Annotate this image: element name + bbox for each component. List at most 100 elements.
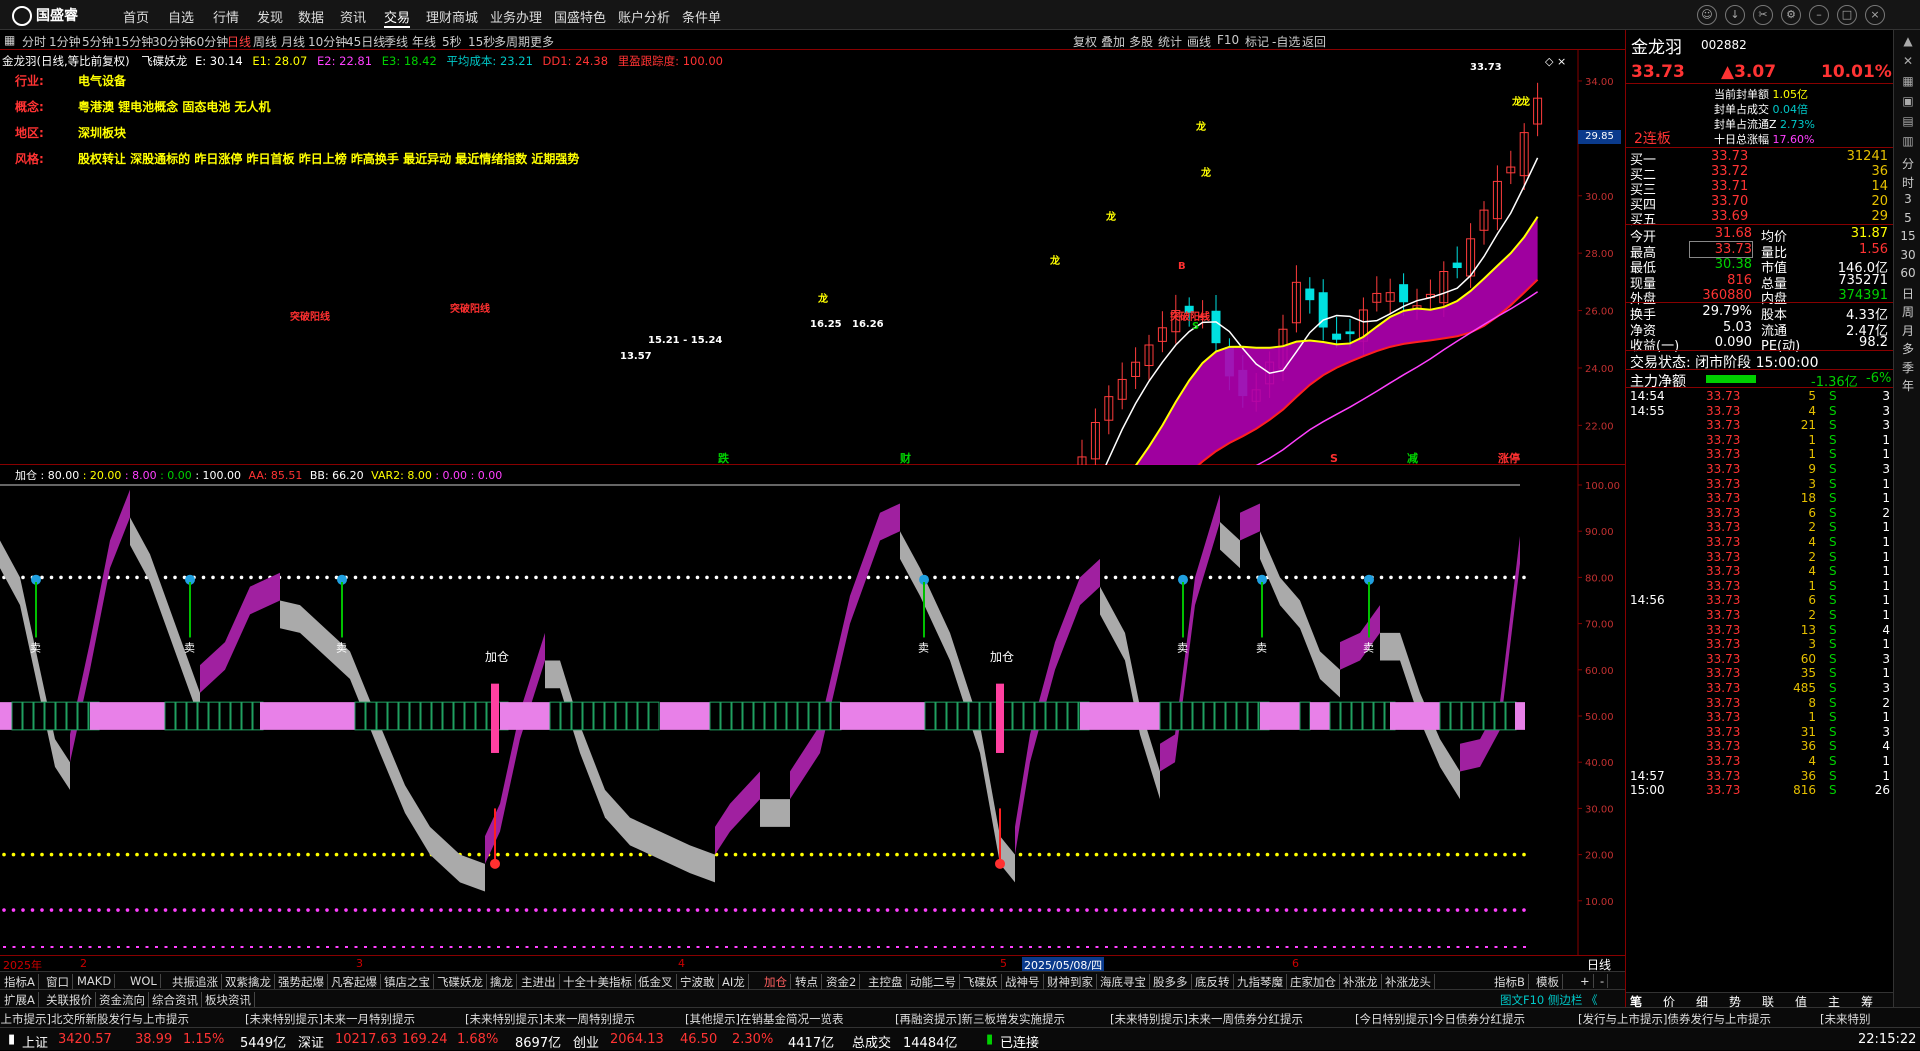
tool-4[interactable]: 画线: [1187, 33, 1211, 50]
f10-sidebar-toggle[interactable]: 图文F10 侧边栏 《: [1500, 992, 1598, 1008]
indicator-tab-24[interactable]: 海底寻宝: [1100, 974, 1150, 990]
news-item-5[interactable]: [未来特别提示]未来一周债券分红提示: [1110, 1011, 1303, 1027]
nav-9[interactable]: 国盛特色: [554, 7, 606, 26]
indicator-tab-2[interactable]: MAKD: [77, 974, 116, 988]
nav-0[interactable]: 首页: [123, 7, 149, 26]
indicator-tab-18[interactable]: 资金2: [826, 974, 861, 990]
indicator-tab-13[interactable]: 低金叉: [638, 974, 677, 990]
restore-icon[interactable]: □: [1837, 5, 1857, 25]
period-0[interactable]: 分时: [22, 33, 46, 50]
period-11[interactable]: 季线: [384, 33, 408, 50]
nav-6[interactable]: 交易: [384, 7, 411, 28]
news-item-2[interactable]: [未来特别提示]未来一周特别提示: [465, 1011, 635, 1027]
period-2[interactable]: 5分钟: [82, 33, 114, 50]
indicator-tab-23[interactable]: 财神到家: [1047, 974, 1097, 990]
indicator-tab-12[interactable]: 十全十美指标: [563, 974, 636, 990]
sh-label[interactable]: 上证: [22, 1032, 48, 1051]
news-item-8[interactable]: [未来特别: [1820, 1011, 1871, 1027]
side-tab-5[interactable]: 30: [1899, 248, 1917, 262]
sz-label[interactable]: 深证: [298, 1032, 324, 1051]
news-item-1[interactable]: [未来特别提示]未来一月特别提示: [245, 1011, 415, 1027]
period-grid-icon[interactable]: ▦: [4, 33, 15, 47]
nav-3[interactable]: 发现: [257, 7, 283, 26]
indicator-tab-22[interactable]: 战神号: [1005, 974, 1044, 990]
tool-7[interactable]: -自选: [1272, 33, 1300, 50]
nav-10[interactable]: 账户分析: [618, 7, 670, 26]
ind-right-0[interactable]: 指标B: [1494, 974, 1529, 990]
news-item-7[interactable]: [发行与上市提示]债券发行与上市提示: [1578, 1011, 1771, 1027]
indicator-tab-16[interactable]: 加仓: [764, 974, 791, 990]
tool-0[interactable]: 复权: [1073, 33, 1097, 50]
side-tab-9[interactable]: 月: [1899, 322, 1917, 339]
tool-3[interactable]: 统计: [1158, 33, 1182, 50]
period-1[interactable]: 1分钟: [49, 33, 81, 50]
ind-right-1[interactable]: 模板: [1536, 974, 1563, 990]
detail-tab-3[interactable]: 势: [1729, 993, 1741, 1010]
detail-tab-4[interactable]: 联: [1762, 993, 1774, 1010]
side-tab-0[interactable]: 分: [1899, 155, 1917, 172]
indicator-tab-7[interactable]: 凡客起爆: [331, 974, 381, 990]
period-7[interactable]: 周线: [253, 33, 277, 50]
detail-tab-2[interactable]: 细: [1696, 993, 1708, 1010]
period-3[interactable]: 15分钟: [114, 33, 153, 50]
indicator-tab-5[interactable]: 双紫擒龙: [225, 974, 275, 990]
side-tool-icon[interactable]: ▥: [1899, 134, 1917, 148]
detail-tab-0[interactable]: 笔: [1630, 993, 1642, 1010]
nav-1[interactable]: 自选: [168, 7, 194, 26]
period-9[interactable]: 10分钟: [308, 33, 347, 50]
period-10[interactable]: 45日线: [346, 33, 385, 50]
side-tab-7[interactable]: 日: [1899, 285, 1917, 302]
side-tab-2[interactable]: 3: [1899, 192, 1917, 206]
chat-icon[interactable]: ☺: [1697, 5, 1717, 25]
detail-tab-1[interactable]: 价: [1663, 993, 1675, 1010]
nav-5[interactable]: 资讯: [340, 7, 366, 26]
indicator-tab-27[interactable]: 九指琴魔: [1237, 974, 1287, 990]
side-tab-12[interactable]: 年: [1899, 377, 1917, 394]
ind-right-2[interactable]: +: [1580, 974, 1594, 988]
side-tab-8[interactable]: 周: [1899, 303, 1917, 320]
detail-tab-7[interactable]: 筹: [1861, 993, 1873, 1010]
detail-tab-6[interactable]: 主: [1828, 993, 1840, 1010]
chart-close-icons[interactable]: ◇ ×: [1545, 55, 1566, 68]
ext-tab-4[interactable]: 板块资讯: [205, 992, 255, 1008]
nav-4[interactable]: 数据: [298, 7, 324, 26]
period-6[interactable]: 日线: [227, 33, 251, 50]
indicator-tab-25[interactable]: 股多多: [1153, 974, 1192, 990]
indicator-tab-30[interactable]: 补涨龙头: [1385, 974, 1435, 990]
indicator-tab-10[interactable]: 擒龙: [490, 974, 517, 990]
side-tool-icon[interactable]: ▲: [1899, 34, 1917, 48]
period-5[interactable]: 60分钟: [189, 33, 228, 50]
side-tool-icon[interactable]: ▤: [1899, 114, 1917, 128]
news-item-4[interactable]: [再融资提示]新三板增发实施提示: [895, 1011, 1065, 1027]
tool-1[interactable]: 叠加: [1101, 33, 1125, 50]
tool-6[interactable]: 标记: [1245, 33, 1269, 50]
indicator-tab-17[interactable]: 转点: [795, 974, 822, 990]
side-tab-10[interactable]: 多: [1899, 340, 1917, 357]
nav-11[interactable]: 条件单: [682, 7, 721, 26]
period-12[interactable]: 年线: [412, 33, 436, 50]
nav-7[interactable]: 理财商城: [426, 7, 478, 26]
indicator-tab-19[interactable]: 主控盘: [868, 974, 907, 990]
side-tab-3[interactable]: 5: [1899, 211, 1917, 225]
indicator-tab-26[interactable]: 底反转: [1195, 974, 1234, 990]
detail-tab-5[interactable]: 值: [1795, 993, 1807, 1010]
period-14[interactable]: 15秒: [468, 33, 495, 50]
indicator-tab-4[interactable]: 共振追涨: [172, 974, 222, 990]
indicator-tab-20[interactable]: 动能二号: [910, 974, 960, 990]
ext-tab-3[interactable]: 综合资讯: [152, 992, 202, 1008]
news-item-6[interactable]: [今日特别提示]今日债券分红提示: [1355, 1011, 1525, 1027]
ext-tab-1[interactable]: 关联报价: [46, 992, 96, 1008]
indicator-tab-6[interactable]: 强势起爆: [278, 974, 328, 990]
side-tab-11[interactable]: 季: [1899, 359, 1917, 376]
indicator-tab-15[interactable]: AI龙: [722, 974, 749, 990]
tool-2[interactable]: 多股: [1129, 33, 1153, 50]
side-tool-icon[interactable]: ✕: [1899, 54, 1917, 68]
indicator-tab-29[interactable]: 补涨龙: [1343, 974, 1382, 990]
nav-8[interactable]: 业务办理: [490, 7, 542, 26]
ind-right-3[interactable]: -: [1600, 974, 1609, 988]
download-icon[interactable]: ↓: [1725, 5, 1745, 25]
indicator-chart[interactable]: 100.00 90.00 80.00 70.00 60.00 50.00 40.00 30.0…: [0, 465, 1625, 955]
period-8[interactable]: 月线: [281, 33, 305, 50]
side-tool-icon[interactable]: ▦: [1899, 74, 1917, 88]
side-tab-4[interactable]: 15: [1899, 229, 1917, 243]
